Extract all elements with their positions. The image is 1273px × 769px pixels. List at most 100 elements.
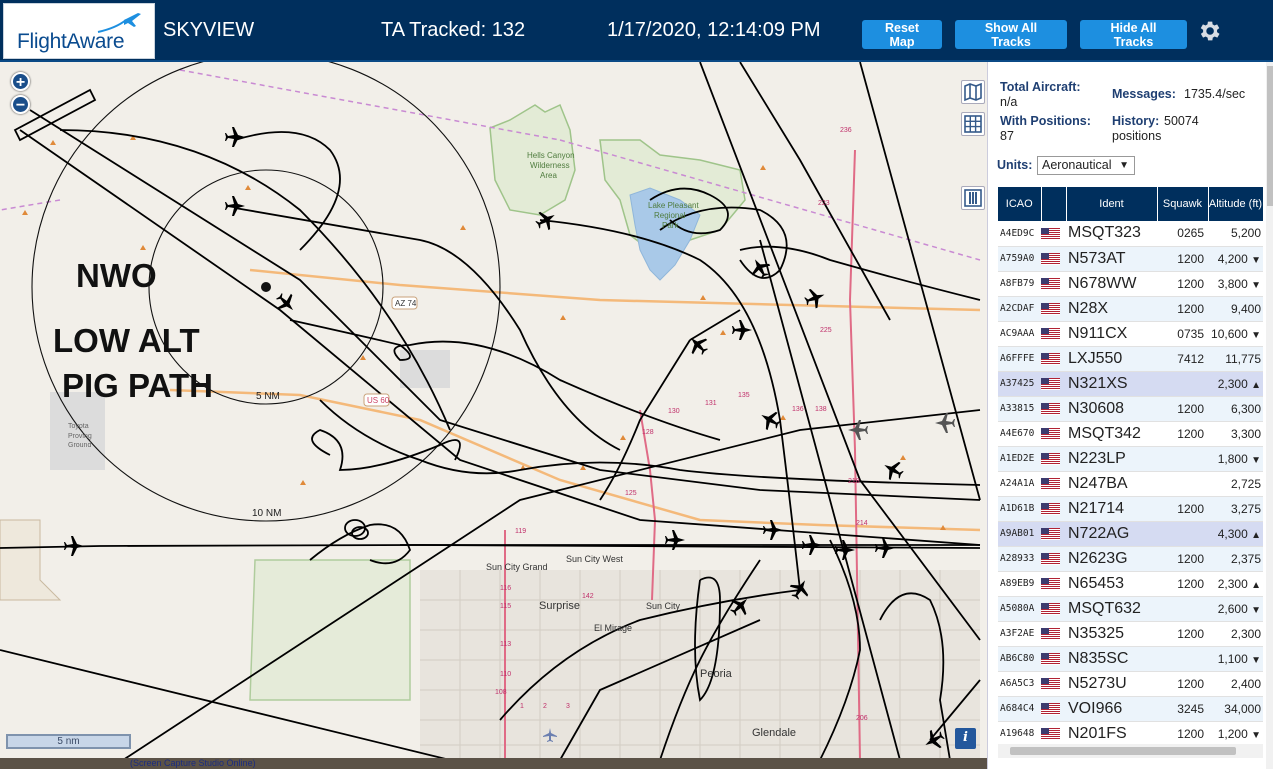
cell-flag [1041,271,1066,297]
altitude-value: 2,600 [1217,601,1248,616]
table-row[interactable]: A759A0 N573AT 1200 4,200 ▼ [998,246,1263,272]
altitude-trend-icon: ▼ [1251,279,1261,291]
table-row[interactable]: A1D61B N21714 1200 3,275 [998,496,1263,522]
col-header-icao[interactable]: ICAO [998,187,1042,221]
table-row[interactable]: A4ED9C MSQT323 0265 5,200 [998,221,1263,247]
table-row[interactable]: A3F2AE N35325 1200 2,300 [998,621,1263,647]
total-aircraft-value: n/a [1000,95,1018,109]
altitude-value: 11,775 [1225,351,1261,366]
altitude-value: 2,725 [1230,476,1261,491]
table-row[interactable]: A24A1A N247BA 2,725 [998,471,1263,497]
col-header-squawk[interactable]: Squawk [1157,187,1209,221]
cell-altitude: 10,600 ▼ [1208,321,1263,347]
table-row[interactable]: AB6C80 N835SC 1,100 ▼ [998,646,1263,672]
table-row[interactable]: A19648 N201FS 1200 1,200 ▼ [998,721,1263,747]
scrollbar-thumb[interactable] [1010,747,1236,755]
map-layers-button[interactable] [961,80,985,104]
map-view[interactable]: NWO LOW ALT PIG PATH 5 NM 10 NM Hells Ca… [0,62,987,769]
table-row[interactable]: A8FB79 N678WW 1200 3,800 ▼ [998,271,1263,297]
cell-altitude: 9,400 [1208,296,1263,322]
zoom-out-button[interactable]: − [11,95,30,114]
table-row[interactable]: A37425 N321XS 2,300 ▲ [998,371,1263,397]
app-title: SKYVIEW [163,19,255,41]
gray-parcel [400,350,450,388]
cell-flag [1041,721,1066,747]
zoom-in-button[interactable]: + [11,72,30,91]
cell-flag [1041,671,1066,697]
table-row[interactable]: A6A5C3 N5273U 1200 2,400 [998,671,1263,697]
ring-label-10nm: 10 NM [252,508,281,519]
flightaware-logo[interactable]: FlightAware [3,3,155,59]
cell-ident: N911CX [1066,321,1157,347]
table-row[interactable]: A6FFFE LXJ550 7412 11,775 [998,346,1263,372]
hide-all-tracks-button[interactable]: Hide All Tracks [1080,20,1187,49]
place-proving-ground-1: Toyota [68,423,89,430]
col-header-ident[interactable]: Ident [1066,187,1158,221]
altitude-trend-icon: ▼ [1251,454,1261,466]
reset-map-button[interactable]: Reset Map [862,20,942,49]
cell-squawk: 1200 [1157,546,1208,572]
table-row[interactable]: A5080A MSQT632 2,600 ▼ [998,596,1263,622]
table-horizontal-scrollbar[interactable] [998,744,1263,758]
us-flag-icon [1041,727,1060,741]
show-all-tracks-button[interactable]: Show All Tracks [955,20,1067,49]
with-positions-label: With Positions: [1000,114,1091,128]
cell-ident: N21714 [1066,496,1157,522]
route-number: 128 [642,429,654,436]
cell-icao: A1D61B [998,496,1041,522]
cell-altitude: 1,100 ▼ [1208,646,1263,672]
cell-altitude: 34,000 [1208,696,1263,722]
table-row[interactable]: A4E670 MSQT342 1200 3,300 [998,421,1263,447]
cell-squawk: 3245 [1157,696,1208,722]
table-row[interactable]: A684C4 VOI966 3245 34,000 [998,696,1263,722]
column-toggle-button[interactable] [961,186,985,210]
skyview-app: FlightAware SKYVIEW TA Tracked: 132 1/17… [0,0,1273,769]
table-row[interactable]: A28933 N2623G 1200 2,375 [998,546,1263,572]
units-select[interactable]: Aeronautical ▼ [1037,156,1135,175]
table-row[interactable]: A89EB9 N65453 1200 2,300 ▲ [998,571,1263,597]
cell-icao: A3F2AE [998,621,1041,647]
place-lake-pleasant-1: Lake Pleasant [648,201,699,210]
table-row[interactable]: AC9AAA N911CX 0735 10,600 ▼ [998,321,1263,347]
us-flag-icon [1041,652,1060,666]
altitude-trend-icon: ▼ [1251,729,1261,741]
aircraft-marker [935,413,955,433]
panel-vertical-scrollbar[interactable] [1266,62,1273,769]
place-sun-city: Sun City [646,601,681,611]
grid-overlay-button[interactable] [961,112,985,136]
table-row[interactable]: A1ED2E N223LP 1,800 ▼ [998,446,1263,472]
scale-bar: 5 nm [6,734,131,749]
cell-icao: A9AB01 [998,521,1041,547]
table-row[interactable]: A33815 N30608 1200 6,300 [998,396,1263,422]
aircraft-marker [276,293,294,311]
cell-ident: N30608 [1066,396,1157,422]
map-canvas[interactable]: NWO LOW ALT PIG PATH 5 NM 10 NM Hells Ca… [0,62,987,769]
altitude-trend-icon: ▼ [1251,604,1261,616]
cell-ident: N35325 [1066,621,1157,647]
cell-altitude: 3,800 ▼ [1208,271,1263,297]
aircraft-marker [225,127,245,147]
table-row[interactable]: A9AB01 N722AG 4,300 ▲ [998,521,1263,547]
cell-squawk: 1200 [1157,421,1208,447]
cell-icao: A1ED2E [998,446,1041,472]
col-header-altitude[interactable]: Altitude (ft) [1208,187,1264,221]
place-sun-city-west: Sun City West [566,554,623,564]
place-hells-canyon-2: Wilderness [530,161,570,170]
scrollbar-thumb[interactable] [1267,66,1273,206]
messages-label: Messages: [1112,87,1176,101]
gear-icon[interactable] [1196,18,1222,44]
cell-altitude: 3,275 [1208,496,1263,522]
col-header-flag[interactable] [1041,187,1067,221]
road-shield-az74: AZ 74 [391,296,418,310]
units-select-value: Aeronautical [1042,158,1112,172]
history-value: 50074 [1164,114,1199,128]
info-button[interactable]: i [955,728,976,749]
aircraft-marker [884,461,904,481]
cell-flag [1041,596,1066,622]
cell-icao: A5080A [998,596,1041,622]
route-number: 3 [566,703,570,710]
table-row[interactable]: A2CDAF N28X 1200 9,400 [998,296,1263,322]
route-number: 214 [856,520,868,527]
route-number: 115 [500,603,511,610]
history-unit: positions [1112,129,1162,143]
